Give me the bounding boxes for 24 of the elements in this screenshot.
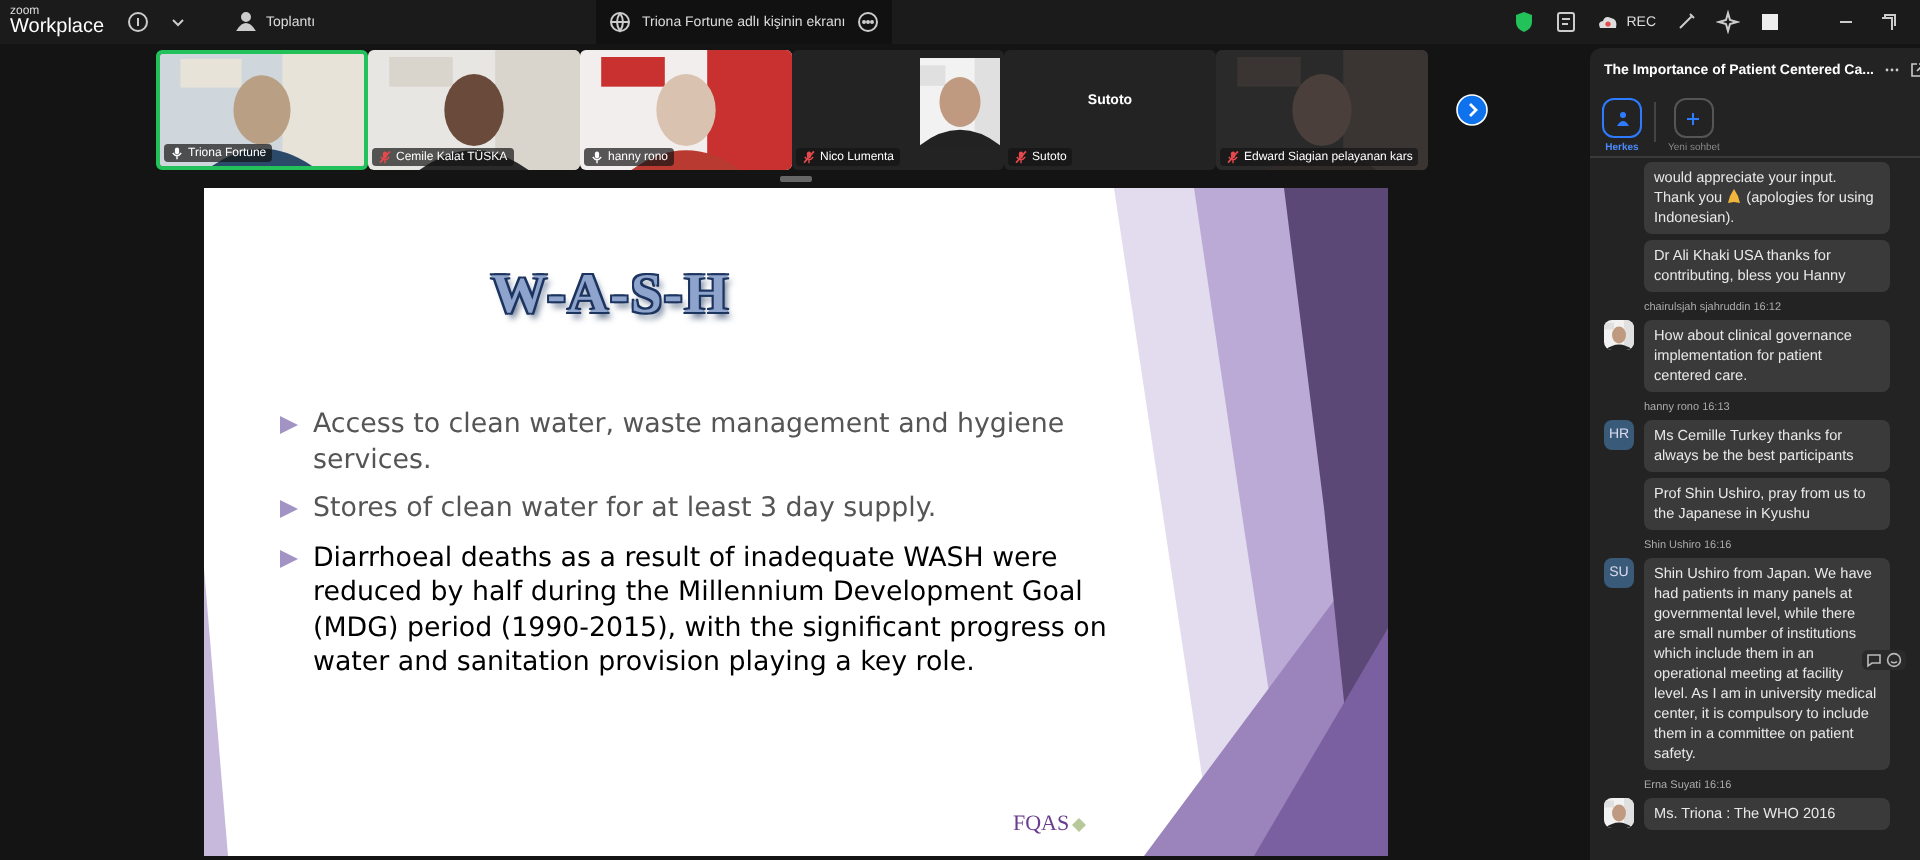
more-icon[interactable] [855, 10, 880, 34]
bullet-text: Access to clean water, waste management and hygiene services. [313, 408, 1067, 478]
emoji-icon[interactable] [1886, 652, 1902, 668]
bullet-text: Diarrhoeal deaths as a result of inadequate WASH were reduced by half during the Millennium Development Goal (MDG) period (1990-2015), with the significant progress on water and sanitation provision playing a key role. [313, 541, 1109, 681]
plus-icon [1686, 111, 1701, 125]
notes-icon[interactable] [1554, 10, 1579, 34]
logo-text: FQAS [1013, 812, 1070, 836]
reply-icon[interactable] [1866, 652, 1882, 668]
drag-handle[interactable] [779, 176, 811, 182]
diamond-icon [1071, 817, 1086, 831]
bullet-triangle-icon [279, 416, 297, 434]
sparkle-icon[interactable] [1716, 10, 1740, 34]
people-icon[interactable] [234, 10, 258, 34]
globe-icon[interactable] [608, 10, 632, 34]
restore-icon[interactable] [1876, 10, 1900, 34]
bullet-text: Stores of clean water for at least 3 day supply. [313, 492, 939, 527]
bullet-triangle-icon [279, 549, 297, 567]
people-icon [1613, 109, 1631, 127]
app-name: Workplace [10, 18, 107, 38]
shield-icon[interactable] [1512, 10, 1537, 34]
slide-title: W-A-S-H [491, 264, 731, 328]
info-icon[interactable] [126, 10, 150, 34]
bullet-triangle-icon [279, 500, 297, 518]
pen-icon[interactable] [1674, 10, 1698, 34]
